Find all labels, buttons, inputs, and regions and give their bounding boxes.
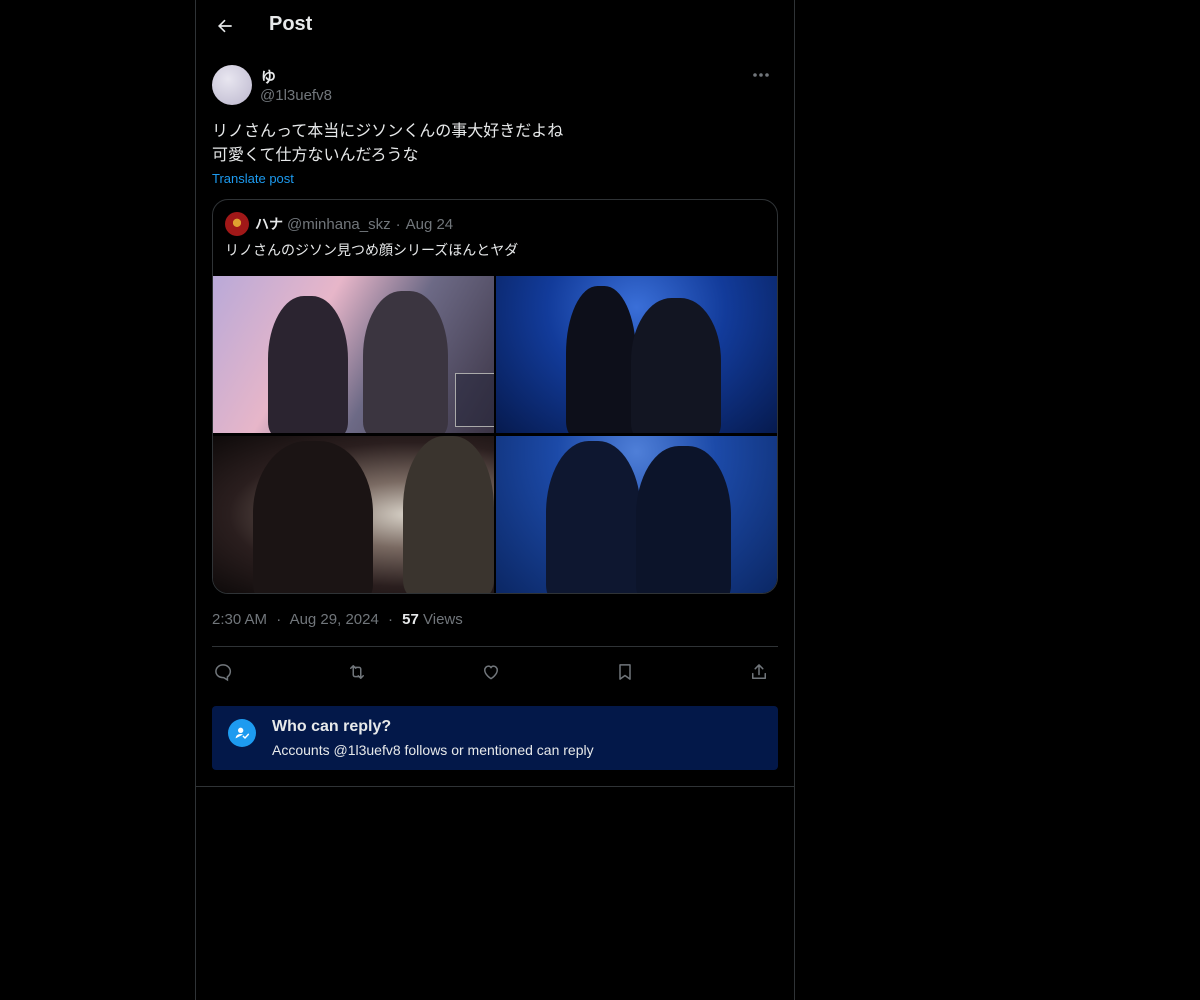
post-meta: 2:30 AM · Aug 29, 2024 · 57 Views	[212, 611, 463, 628]
quoted-display-name[interactable]: ハナ	[255, 214, 283, 234]
media-image-3[interactable]	[213, 436, 494, 593]
bookmark-icon	[619, 664, 631, 680]
post-bottom-border	[196, 786, 794, 787]
back-button[interactable]	[208, 9, 242, 43]
repost-icon	[350, 665, 364, 679]
author-display-name[interactable]: ゆ	[261, 66, 276, 87]
post-text: リノさんって本当にジソンくんの事大好きだよね 可愛くて仕方ないんだろうな	[212, 119, 778, 167]
quoted-date[interactable]: Aug 24	[406, 216, 454, 233]
quoted-separator: ·	[395, 215, 401, 233]
quoted-avatar[interactable]	[225, 212, 249, 236]
author-handle[interactable]: @1l3uefv8	[260, 87, 332, 104]
share-icon	[752, 664, 766, 679]
media-grid	[213, 276, 777, 593]
action-bar	[212, 655, 778, 689]
more-horizontal-icon	[753, 73, 769, 77]
media-image-4[interactable]	[496, 436, 777, 593]
reply-button[interactable]	[206, 655, 240, 689]
meta-separator-2: ·	[387, 611, 393, 628]
quoted-handle[interactable]: @minhana_skz	[287, 216, 391, 233]
bookmark-button[interactable]	[608, 655, 642, 689]
arrow-left-icon	[218, 19, 232, 33]
meta-separator-1: ·	[276, 611, 282, 628]
translate-post-link[interactable]: Translate post	[212, 171, 294, 186]
person-check-icon	[228, 719, 256, 747]
who-can-reply-title: Who can reply?	[272, 718, 392, 735]
reply-icon	[215, 664, 232, 682]
post-text-line-1: リノさんって本当にジソンくんの事大好きだよね	[212, 121, 564, 140]
share-button[interactable]	[742, 655, 776, 689]
views-label: Views	[423, 611, 463, 628]
divider	[212, 646, 778, 647]
media-image-2[interactable]	[496, 276, 777, 433]
who-can-reply-box: Who can reply? Accounts @1l3uefv8 follow…	[212, 706, 778, 770]
post-column: Post ゆ @1l3uefv8 リノさんって本当にジソンくんの事大好きだよね …	[195, 0, 795, 1000]
quoted-text: リノさんのジソン見つめ顔シリーズほんとヤダ	[225, 243, 519, 259]
views-count: 57	[402, 611, 419, 628]
quoted-post-header: ハナ @minhana_skz · Aug 24	[225, 212, 453, 236]
avatar[interactable]	[212, 65, 252, 105]
more-options-button[interactable]	[744, 64, 778, 86]
post-text-line-2: 可愛くて仕方ないんだろうな	[212, 145, 419, 164]
who-can-reply-description: Accounts @1l3uefv8 follows or mentioned …	[272, 742, 594, 758]
quoted-post[interactable]: ハナ @minhana_skz · Aug 24 リノさんのジソン見つめ顔シリー…	[212, 199, 778, 594]
page-header: Post	[196, 0, 794, 53]
page-title: Post	[269, 13, 313, 35]
post-author: ゆ @1l3uefv8	[212, 64, 778, 108]
media-image-1[interactable]	[213, 276, 494, 433]
post-date[interactable]: Aug 29, 2024	[290, 611, 379, 628]
like-button[interactable]	[474, 655, 508, 689]
heart-icon	[484, 665, 498, 680]
repost-button[interactable]	[340, 655, 374, 689]
post-time[interactable]: 2:30 AM	[212, 611, 267, 628]
